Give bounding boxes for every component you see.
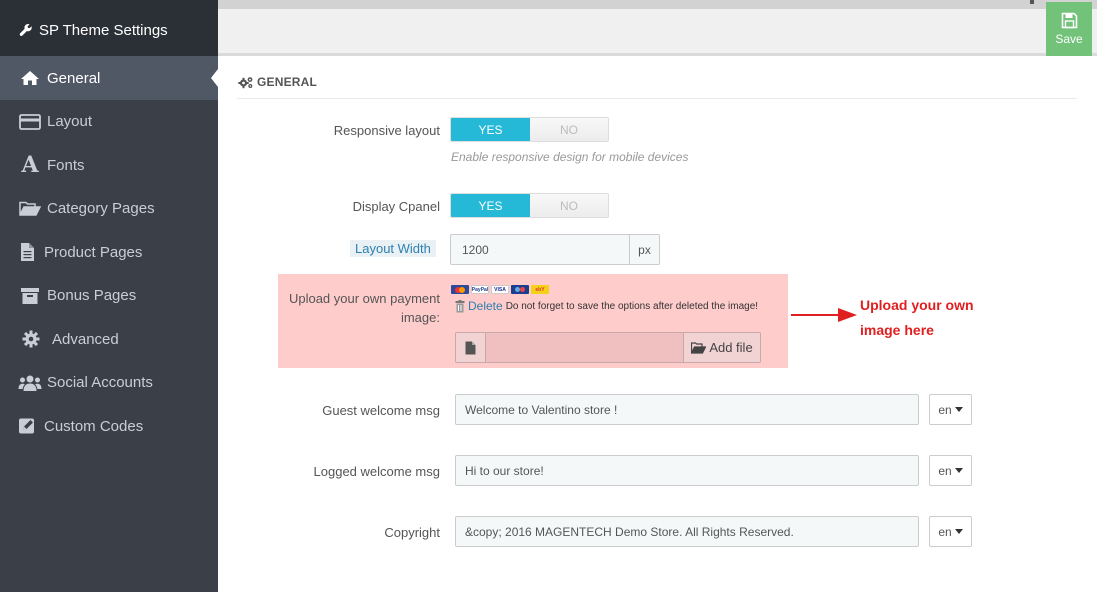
maestro-icon (511, 285, 529, 294)
payment-image-label-line2: image: (400, 310, 440, 325)
payment-image-label-line1: Upload your own payment (288, 291, 440, 306)
caret-down-icon (954, 468, 963, 473)
sidebar-item-label: Advanced (52, 330, 119, 348)
logged-welcome-lang-select[interactable]: en (929, 455, 972, 486)
lang-label: en (938, 463, 952, 478)
sidebar-item-label: Social Accounts (47, 374, 153, 392)
file-name-field[interactable] (486, 333, 683, 362)
copyright-lang-select[interactable]: en (929, 516, 972, 547)
caret-down-icon (954, 529, 963, 534)
sidebar-item-category-pages[interactable]: Category Pages (0, 187, 218, 231)
payment-image-label: Upload your own payment image: (278, 289, 440, 327)
top-strip (218, 0, 1097, 9)
wrench-icon (19, 24, 32, 36)
add-file-label: Add file (709, 340, 753, 355)
display-cpanel-switch[interactable]: YES NO (450, 193, 609, 218)
sidebar-item-general[interactable]: General (0, 56, 218, 100)
font-icon: A (21, 152, 39, 179)
section-title: GENERAL (238, 75, 317, 89)
edit-icon (14, 417, 40, 435)
folder-open-icon (17, 201, 43, 217)
sidebar-item-label: Product Pages (44, 243, 143, 261)
paypal-icon: PayPal (471, 285, 489, 294)
sidebar-item-layout[interactable]: Layout (0, 100, 218, 144)
sidebar-item-advanced[interactable]: Advanced (0, 318, 218, 362)
layout-width-label: Layout Width (350, 240, 436, 257)
payment-file-upload: Add file (455, 332, 761, 363)
display-cpanel-label: Display Cpanel (352, 199, 440, 214)
copyright-input[interactable] (455, 516, 919, 547)
mastercard-icon (451, 285, 469, 294)
sidebar-item-label: Fonts (47, 156, 85, 174)
annotation-line2: image here (860, 322, 934, 338)
sidebar-item-label: Category Pages (47, 200, 155, 218)
logged-welcome-input[interactable] (455, 455, 919, 486)
copyright-label: Copyright (384, 525, 440, 540)
annotation-arrow (791, 308, 857, 322)
delete-link[interactable]: Delete (468, 299, 503, 313)
layout-icon (17, 113, 43, 130)
ebay-icon: ebY (531, 285, 549, 294)
sidebar-item-bonus-pages[interactable]: Bonus Pages (0, 274, 218, 318)
layout-width-input[interactable] (451, 235, 629, 264)
trash-icon (455, 299, 465, 312)
file-icon (456, 333, 486, 362)
layout-width-unit: px (629, 235, 659, 264)
responsive-layout-label: Responsive layout (333, 123, 440, 138)
save-icon (1061, 12, 1077, 29)
top-dot (1030, 0, 1034, 4)
switch-yes[interactable]: YES (451, 118, 530, 141)
save-label: Save (1055, 32, 1083, 46)
sidebar-item-fonts[interactable]: A Fonts (0, 144, 218, 188)
section-title-text: GENERAL (257, 75, 318, 89)
home-icon (17, 70, 43, 86)
switch-no[interactable]: NO (530, 194, 608, 217)
gears-icon (238, 76, 253, 88)
switch-no[interactable]: NO (530, 118, 608, 141)
sidebar-item-label: General (47, 69, 101, 87)
annotation-text: Upload your own image here (860, 293, 974, 343)
sidebar: SP Theme Settings General Layout A Fonts… (0, 0, 218, 592)
logged-welcome-label: Logged welcome msg (313, 464, 440, 479)
responsive-layout-switch[interactable]: YES NO (450, 117, 609, 142)
add-file-button[interactable]: Add file (683, 333, 760, 362)
sidebar-header: SP Theme Settings (0, 0, 218, 56)
archive-icon (17, 287, 43, 305)
sidebar-item-social-accounts[interactable]: Social Accounts (0, 361, 218, 405)
file-icon (14, 242, 40, 262)
sidebar-item-label: Bonus Pages (47, 287, 137, 305)
delete-row: Delete Do not forget to save the options… (455, 299, 758, 313)
payment-cards-preview: PayPal VISA ebY (451, 285, 549, 294)
annotation-line1: Upload your own (860, 297, 974, 313)
responsive-help-text: Enable responsive design for mobile devi… (451, 150, 689, 164)
toolbar: Save (218, 2, 1097, 56)
caret-down-icon (954, 407, 963, 412)
layout-width-group: px (450, 234, 660, 265)
guest-welcome-lang-select[interactable]: en (929, 394, 972, 425)
lang-label: en (938, 402, 952, 417)
delete-note: Do not forget to save the options after … (505, 300, 759, 312)
users-icon (17, 374, 43, 392)
section-divider (237, 98, 1077, 99)
guest-welcome-input[interactable] (455, 394, 919, 425)
guest-welcome-label: Guest welcome msg (322, 403, 440, 418)
sidebar-item-label: Layout (47, 113, 93, 131)
switch-yes[interactable]: YES (451, 194, 530, 217)
sidebar-item-label: Custom Codes (44, 417, 144, 435)
lang-label: en (938, 524, 952, 539)
sidebar-item-custom-codes[interactable]: Custom Codes (0, 405, 218, 449)
sidebar-title: SP Theme Settings (39, 21, 168, 39)
save-button[interactable]: Save (1046, 2, 1092, 56)
sidebar-item-product-pages[interactable]: Product Pages (0, 231, 218, 275)
folder-open-icon (691, 341, 707, 354)
visa-icon: VISA (491, 285, 509, 294)
gear-icon (18, 330, 44, 348)
